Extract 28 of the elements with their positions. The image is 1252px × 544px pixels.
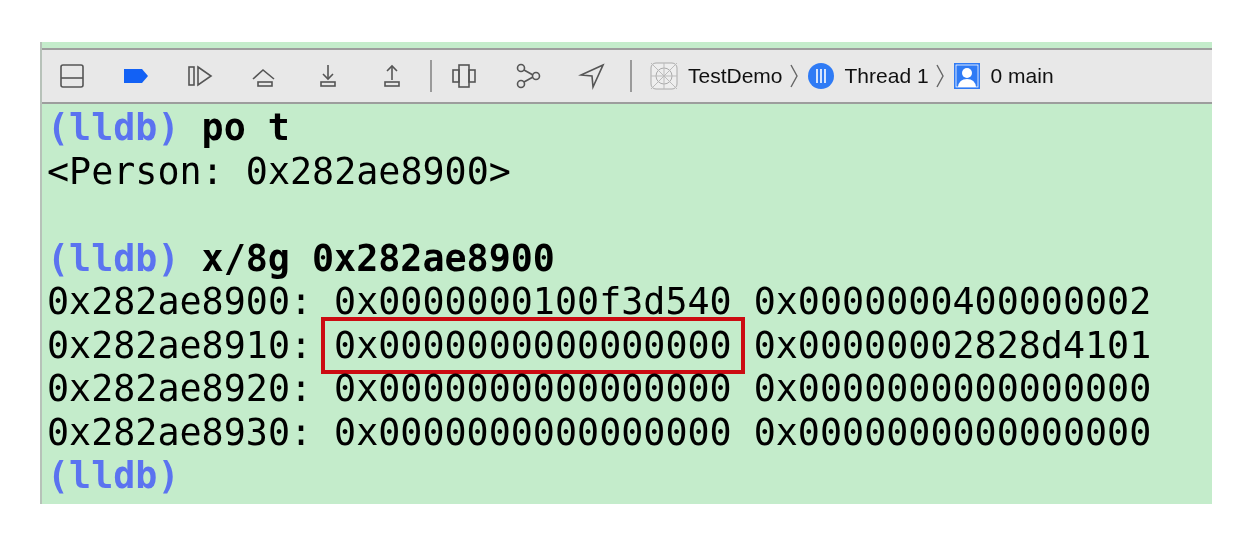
view-hierarchy-icon[interactable]: [450, 62, 478, 90]
location-arrow-icon[interactable]: [578, 62, 606, 90]
breadcrumb-label[interactable]: 0 main: [990, 64, 1054, 88]
memory-address: 0x282ae8910:: [47, 323, 313, 367]
memory-value: 0x00000002828d4101: [753, 323, 1152, 367]
console-toggle-icon[interactable]: [58, 62, 86, 90]
thread-icon: [806, 62, 835, 90]
memory-address: 0x282ae8930:: [47, 410, 313, 454]
lldb-prompt: (lldb): [47, 106, 180, 150]
breadcrumb-label[interactable]: Thread 1: [844, 64, 929, 88]
chevron-icon: [934, 62, 945, 90]
memory-value: 0x0000000400000002: [753, 280, 1152, 324]
memory-value: 0x0000000000000000: [753, 410, 1152, 454]
highlighted-memory-value: 0x0000000000000000: [321, 316, 745, 374]
command-text: po t: [201, 106, 290, 150]
app-grid-icon: [650, 62, 678, 90]
memory-address: 0x282ae8920:: [47, 367, 313, 411]
lldb-prompt: (lldb): [47, 236, 180, 280]
graph-icon[interactable]: [514, 62, 542, 90]
breadcrumb-label[interactable]: TestDemo: [688, 64, 783, 88]
memory-value: 0x0000000000000000: [753, 367, 1152, 411]
chevron-icon: [788, 62, 799, 90]
memory-value: 0x0000000000000000: [334, 410, 732, 454]
person-icon: [952, 62, 981, 90]
memory-address: 0x282ae8900:: [47, 280, 313, 324]
output-text: <Person: 0x282ae8900>: [47, 149, 511, 193]
lldb-prompt: (lldb): [47, 454, 180, 498]
command-text: x/8g 0x282ae8900: [201, 236, 555, 280]
